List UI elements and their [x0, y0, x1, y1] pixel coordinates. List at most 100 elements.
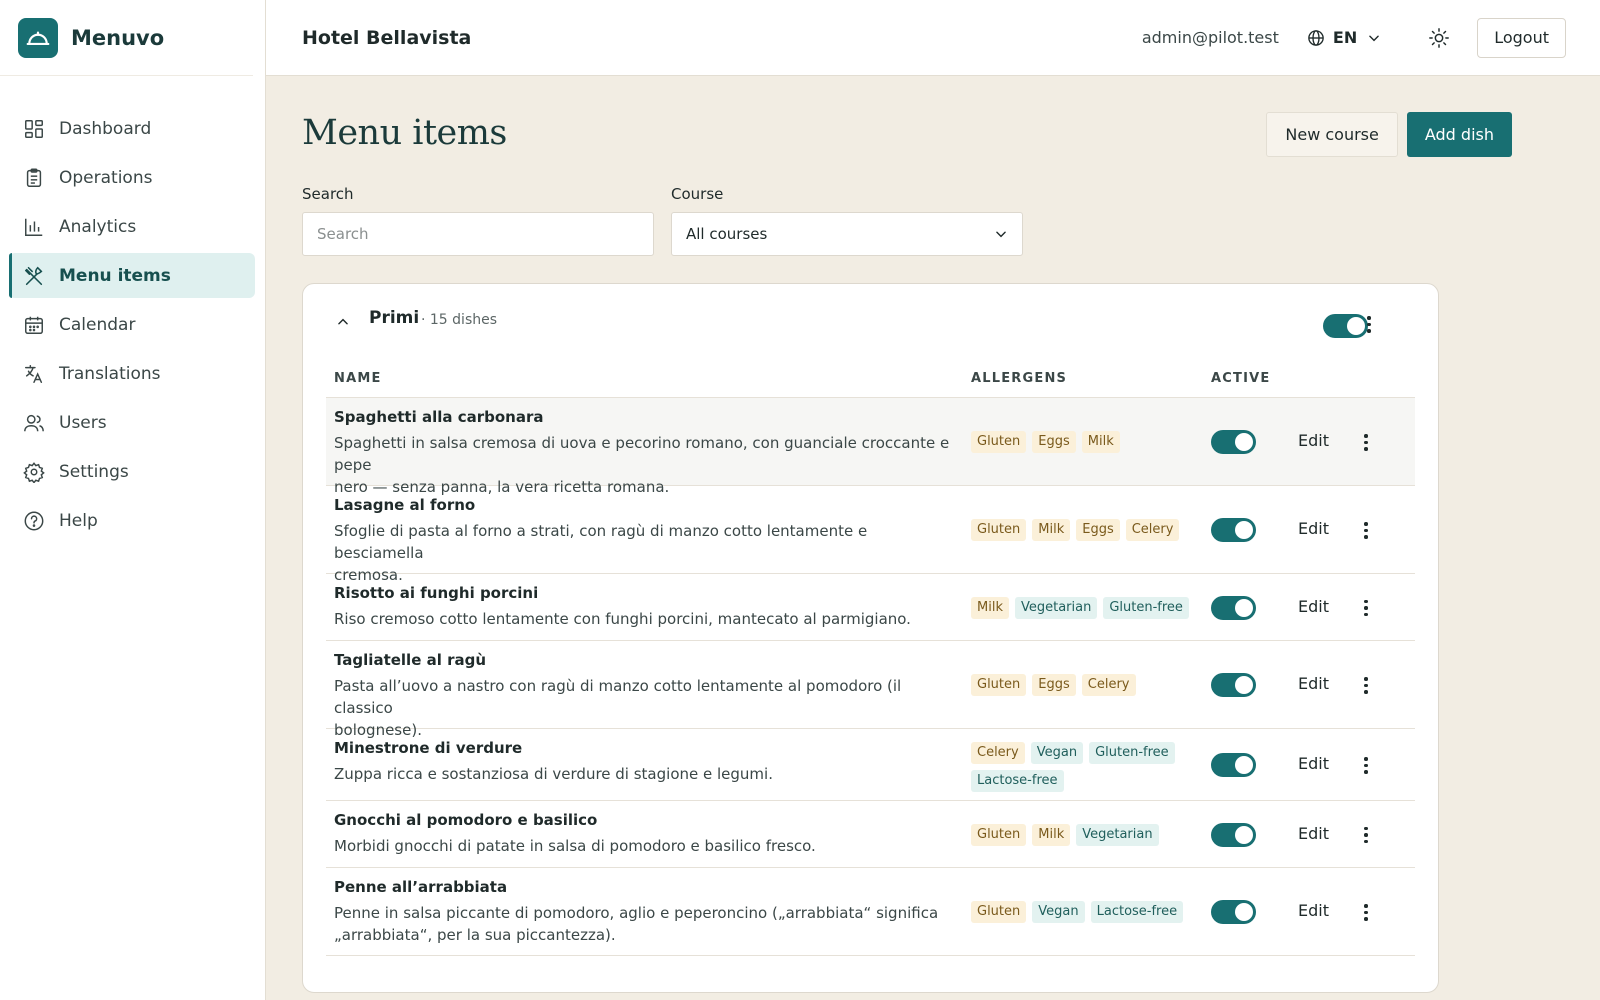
allergen-tag: Vegan — [1030, 742, 1084, 764]
sidebar-item-dashboard[interactable]: Dashboard — [9, 106, 255, 151]
language-selector[interactable]: EN — [1307, 28, 1389, 47]
search-input[interactable] — [302, 212, 654, 256]
edit-dish-button[interactable]: Edit — [1298, 431, 1329, 450]
dish-more-icon[interactable] — [1364, 757, 1368, 774]
toggle-knob — [1235, 676, 1253, 694]
dish-more-icon[interactable] — [1364, 522, 1368, 539]
dish-active-toggle[interactable] — [1211, 430, 1256, 454]
translate-icon — [23, 363, 45, 385]
dish-more-icon[interactable] — [1364, 904, 1368, 921]
course-more-icon[interactable] — [1367, 316, 1371, 333]
dish-name: Tagliatelle al ragù — [334, 651, 487, 669]
allergen-tag: Milk — [1081, 431, 1120, 453]
add-dish-button[interactable]: Add dish — [1406, 112, 1512, 157]
table-row[interactable]: Tagliatelle al ragù Pasta all’uovo a nast… — [326, 641, 1415, 739]
language-code: EN — [1332, 28, 1358, 47]
toggle-knob — [1235, 433, 1253, 451]
chevron-down-icon — [996, 231, 1006, 238]
allergen-tag: Lactose-free — [971, 770, 1064, 792]
sidebar-item-help[interactable]: Help — [9, 498, 255, 543]
dish-name: Risotto ai funghi porcini — [334, 584, 539, 602]
brand[interactable]: Menuvo — [0, 0, 253, 76]
sidebar-item-users[interactable]: Users — [9, 400, 255, 445]
allergen-tags: Gluten Eggs Celery — [971, 674, 1191, 696]
edit-dish-button[interactable]: Edit — [1298, 824, 1329, 843]
grid-icon — [23, 118, 45, 140]
allergen-tag: Gluten — [971, 901, 1027, 923]
table-row[interactable]: Lasagne al forno Sfoglie di pasta al forn… — [326, 486, 1415, 584]
table-row[interactable]: Penne all’arrabbiata Penne in salsa picca… — [326, 868, 1415, 956]
allergen-tag: Milk — [1032, 823, 1071, 846]
dish-more-icon[interactable] — [1364, 599, 1368, 616]
dish-more-icon[interactable] — [1364, 826, 1368, 843]
dish-name: Gnocchi al pomodoro e basilico — [334, 811, 598, 829]
gear-icon — [23, 461, 45, 483]
sidebar-item-label: Analytics — [59, 216, 137, 237]
toggle-knob — [1347, 317, 1365, 335]
edit-dish-button[interactable]: Edit — [1298, 901, 1329, 920]
sidebar-item-label: Operations — [59, 167, 153, 188]
clipboard-icon — [23, 167, 45, 189]
sidebar-item-analytics[interactable]: Analytics — [9, 204, 255, 249]
sidebar-item-operations[interactable]: Operations — [9, 155, 255, 200]
logout-button[interactable]: Logout — [1477, 17, 1566, 58]
theme-toggle-button[interactable] — [1425, 24, 1453, 52]
allergen-tag: Vegetarian — [1076, 823, 1159, 846]
page-title: Menu items — [302, 113, 507, 153]
description-line: Morbidi gnocchi di patate in salsa di po… — [334, 837, 816, 855]
allergen-tag: Milk — [1032, 519, 1071, 541]
chevron-up-icon — [338, 318, 348, 325]
course-select-value: All courses — [686, 225, 768, 243]
sidebar-item-calendar[interactable]: Calendar — [9, 302, 255, 347]
column-header-name: NAME — [334, 371, 382, 386]
allergen-tags: Gluten Vegan Lactose-free — [971, 901, 1191, 923]
dish-active-toggle[interactable] — [1211, 822, 1256, 847]
allergen-tag: Celery — [1081, 674, 1136, 696]
table-row[interactable]: Minestrone di verdure Zuppa ricca e sosta… — [326, 729, 1415, 801]
table-row[interactable]: Risotto ai funghi porcini Riso cremoso co… — [326, 574, 1415, 641]
course-select[interactable]: All courses — [671, 212, 1023, 256]
toggle-knob — [1235, 756, 1253, 774]
description-line: Spaghetti in salsa cremosa di uova e pec… — [334, 434, 950, 474]
collapse-button[interactable] — [333, 312, 353, 332]
dish-active-toggle[interactable] — [1211, 595, 1256, 620]
description-line: Pasta all’uovo a nastro con ragù di manz… — [334, 677, 902, 717]
description-line: Sfoglie di pasta al forno a strati, con … — [334, 522, 868, 562]
topbar: Hotel Bellavista admin@pilot.test EN Log… — [266, 0, 1600, 76]
allergen-tags: Gluten Milk Eggs Celery — [971, 519, 1191, 541]
description-line: Penne in salsa piccante di pomodoro, agl… — [334, 904, 939, 922]
sidebar-item-label: Dashboard — [59, 118, 152, 139]
allergen-tag: Celery — [1125, 519, 1180, 541]
edit-dish-button[interactable]: Edit — [1298, 597, 1329, 616]
sidebar-item-settings[interactable]: Settings — [9, 449, 255, 494]
course-active-toggle[interactable] — [1323, 314, 1368, 338]
new-course-button[interactable]: New course — [1266, 112, 1398, 157]
sidebar-item-label: Translations — [59, 363, 161, 384]
column-header-active: ACTIVE — [1211, 371, 1271, 386]
dish-more-icon[interactable] — [1364, 434, 1368, 451]
dish-active-toggle[interactable] — [1211, 673, 1256, 697]
course-name: Primi — [369, 308, 420, 328]
description-line: „arrabbiata“, per la sua piccantezza). — [334, 926, 616, 944]
allergen-tag: Gluten-free — [1103, 596, 1189, 619]
dish-more-icon[interactable] — [1364, 677, 1368, 694]
dish-name: Penne all’arrabbiata — [334, 878, 508, 896]
allergen-tag: Milk — [971, 596, 1009, 619]
toggle-knob — [1235, 903, 1253, 921]
dish-active-toggle[interactable] — [1211, 753, 1256, 777]
table-row[interactable]: Spaghetti alla carbonara Spaghetti in sal… — [326, 398, 1415, 496]
edit-dish-button[interactable]: Edit — [1298, 754, 1329, 773]
course-card: Primi · 15 dishes NAME ALLERGENS ACTIVE … — [302, 283, 1439, 993]
dish-active-toggle[interactable] — [1211, 900, 1256, 924]
toggle-knob — [1235, 825, 1253, 844]
hotel-name: Hotel Bellavista — [302, 26, 472, 49]
table-row[interactable]: Gnocchi al pomodoro e basilico Morbidi gn… — [326, 801, 1415, 868]
search-label: Search — [302, 185, 354, 203]
dish-active-toggle[interactable] — [1211, 518, 1256, 542]
sidebar-item-translations[interactable]: Translations — [9, 351, 255, 396]
edit-dish-button[interactable]: Edit — [1298, 519, 1329, 538]
utensils-icon — [23, 265, 45, 287]
allergen-tag: Gluten-free — [1089, 742, 1175, 764]
edit-dish-button[interactable]: Edit — [1298, 674, 1329, 693]
sidebar-item-menu-items[interactable]: Menu items — [9, 253, 255, 298]
